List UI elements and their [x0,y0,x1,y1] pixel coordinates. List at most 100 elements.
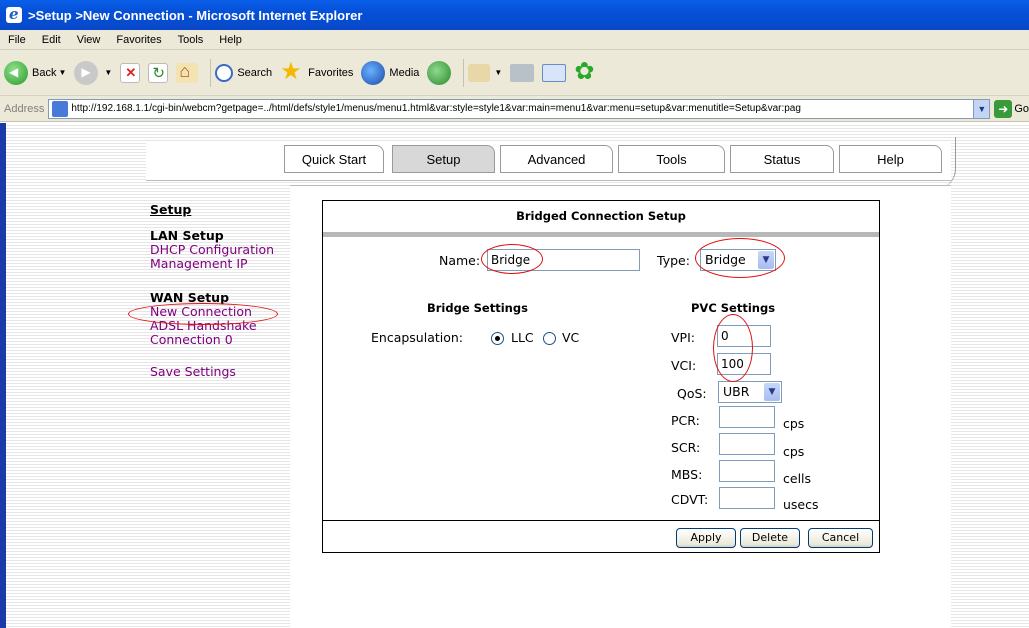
back-label: Back [32,66,57,79]
go-label: Go [1014,102,1029,115]
edit-icon[interactable] [542,63,567,82]
menu-bar: File Edit View Favorites Tools Help [0,30,1029,50]
vpi-field[interactable]: 0 [717,325,771,347]
pcr-label: PCR: [671,413,700,428]
cdvt-label: CDVT: [671,492,709,507]
sidebar-link-save-settings[interactable]: Save Settings [150,364,236,379]
encap-vc-radio[interactable] [543,332,556,345]
favorites-button[interactable]: Favorites [280,57,354,86]
go-arrow-icon: ➜ [994,99,1013,118]
cancel-button[interactable]: Cancel [808,528,873,548]
search-icon [215,63,234,82]
delete-button[interactable]: Delete [740,528,800,548]
type-dropdown-icon: ▼ [758,251,774,269]
pcr-field[interactable] [719,406,775,428]
forward-dropdown-icon[interactable]: ▼ [104,68,112,77]
favorites-label: Favorites [308,66,354,79]
vpi-label: VPI: [671,330,695,345]
name-field[interactable]: Bridge [487,249,640,271]
encap-llc-radio[interactable] [491,332,504,345]
name-label: Name: [439,253,481,268]
qos-select-value: UBR [723,384,750,399]
qos-label: QoS: [677,386,707,401]
menu-help[interactable]: Help [211,34,250,46]
refresh-icon[interactable] [148,62,169,83]
sidebar-link-connection-0[interactable]: Connection 0 [150,332,233,347]
form-footer-rule [323,520,879,521]
cdvt-field[interactable] [719,487,775,509]
ie-logo-icon [6,5,22,23]
apply-button[interactable]: Apply [676,528,736,548]
mbs-field[interactable] [719,460,775,482]
media-button[interactable]: Media [361,60,420,85]
go-button[interactable]: ➜ Go [994,99,1029,118]
messenger-icon[interactable] [574,57,598,86]
page-icon [52,100,69,117]
scr-label: SCR: [671,440,701,455]
pcr-unit: cps [783,416,805,431]
address-url: http://192.168.1.1/cgi-bin/webcm?getpage… [71,103,801,114]
bridge-settings-title: Bridge Settings [427,301,528,315]
type-label: Type: [657,253,690,268]
menu-favorites[interactable]: Favorites [108,34,169,46]
back-dropdown-icon[interactable]: ▼ [58,68,66,77]
sidebar-link-management-ip[interactable]: Management IP [150,256,248,271]
type-select[interactable]: Bridge ▼ [700,249,776,271]
form-title: Bridged Connection Setup [516,209,686,223]
sidebar-lan-title: LAN Setup [150,228,224,243]
menu-edit[interactable]: Edit [34,34,69,46]
sidebar-wan-title: WAN Setup [150,290,230,305]
media-icon [361,60,386,85]
form-title-rule [323,232,879,237]
qos-select[interactable]: UBR ▼ [718,381,782,403]
sidebar-heading: Setup [150,202,192,217]
print-icon[interactable] [510,63,535,82]
sidebar-link-new-connection[interactable]: New Connection [150,304,252,319]
menu-view[interactable]: View [69,34,109,46]
back-button[interactable]: Back ▼ [4,60,66,85]
toolbar-separator [210,58,212,87]
encap-vc-label: VC [562,330,580,345]
window-titlebar: >Setup >New Connection - Microsoft Inter… [0,0,1029,30]
pvc-settings-title: PVC Settings [691,301,776,315]
media-label: Media [389,66,420,79]
favorites-star-icon [280,57,304,86]
qos-dropdown-icon: ▼ [764,383,780,401]
back-arrow-icon [4,60,28,85]
forward-arrow-icon [74,60,99,85]
address-input[interactable]: http://192.168.1.1/cgi-bin/webcm?getpage… [48,98,991,119]
toolbar-separator [463,58,465,87]
menu-file[interactable]: File [0,34,34,46]
sidebar-link-adsl-handshake[interactable]: ADSL Handshake [150,318,257,333]
vci-label: VCI: [671,358,697,373]
cdvt-unit: usecs [783,497,819,512]
vci-field[interactable]: 100 [717,353,771,375]
stop-icon[interactable] [120,62,141,83]
tab-help[interactable]: Help [839,145,942,173]
type-select-value: Bridge [705,252,746,267]
scr-unit: cps [783,444,805,459]
sidebar-link-dhcp[interactable]: DHCP Configuration [150,242,274,257]
tab-status[interactable]: Status [730,145,834,173]
home-icon[interactable] [176,61,199,83]
address-bar: Address http://192.168.1.1/cgi-bin/webcm… [0,96,1029,122]
mbs-unit: cells [783,471,812,486]
mail-dropdown-icon[interactable]: ▼ [494,68,502,77]
bridged-connection-form: Bridged Connection Setup Name: Bridge Ty… [322,200,880,553]
tab-quick-start[interactable]: Quick Start [284,145,384,173]
tab-advanced[interactable]: Advanced [500,145,613,173]
window-title: >Setup >New Connection - Microsoft Inter… [28,7,363,23]
forward-button[interactable]: ▼ [74,60,112,85]
address-label: Address [4,102,45,115]
history-icon[interactable] [427,60,452,85]
search-label: Search [237,66,273,79]
menu-tools[interactable]: Tools [170,34,212,46]
search-button[interactable]: Search [215,63,273,82]
scr-field[interactable] [719,433,775,455]
mbs-label: MBS: [671,467,703,482]
encapsulation-label: Encapsulation: [371,330,464,345]
tab-tools[interactable]: Tools [618,145,725,173]
tab-setup[interactable]: Setup [392,145,495,173]
mail-icon[interactable] [468,63,491,82]
address-dropdown-icon[interactable]: ▼ [973,99,990,118]
